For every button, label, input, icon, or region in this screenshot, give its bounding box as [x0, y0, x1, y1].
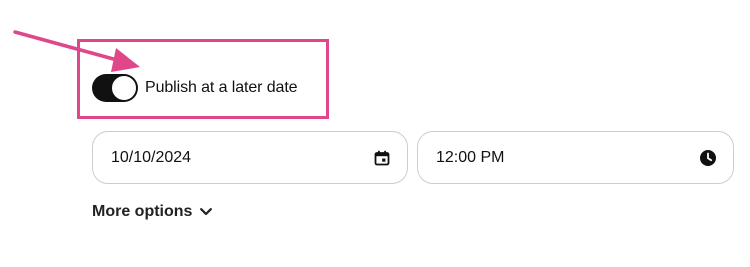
time-field[interactable]: 12:00 PM [417, 131, 734, 184]
toggle-knob [111, 75, 137, 101]
more-options-button[interactable]: More options [92, 203, 213, 221]
publish-later-row: Publish at a later date [92, 74, 298, 102]
time-value: 12:00 PM [436, 148, 505, 166]
more-options-label: More options [92, 203, 193, 220]
date-value: 10/10/2024 [111, 148, 192, 166]
calendar-icon[interactable] [373, 149, 391, 167]
date-field[interactable]: 10/10/2024 [92, 131, 408, 184]
publish-later-label: Publish at a later date [145, 79, 298, 96]
publish-schedule-panel: Publish at a later date 10/10/2024 12:00… [0, 0, 750, 267]
publish-later-toggle[interactable] [92, 74, 138, 102]
clock-icon[interactable] [699, 149, 717, 167]
chevron-down-icon [200, 203, 213, 221]
